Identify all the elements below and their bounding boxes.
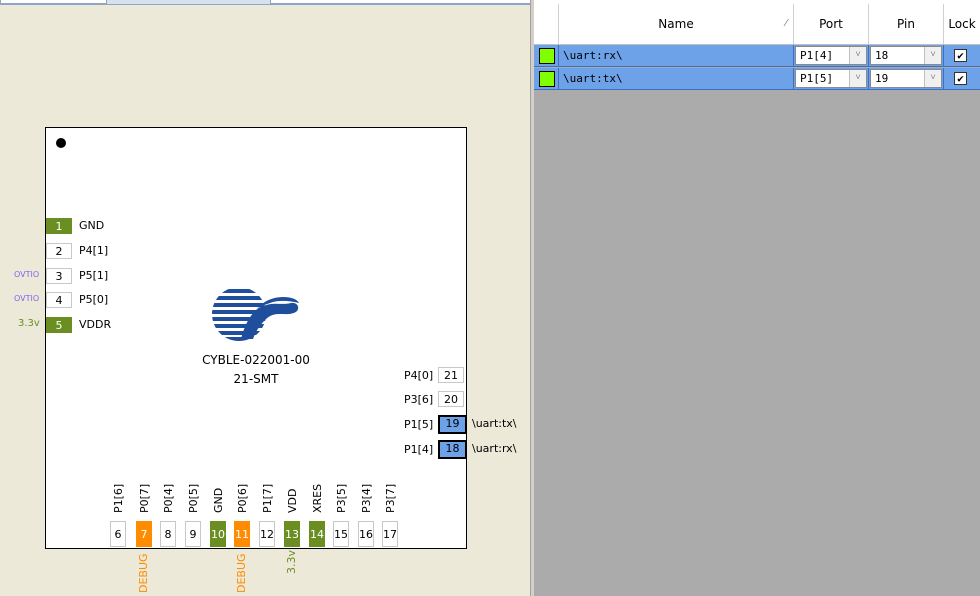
pin-10[interactable]: 10	[210, 521, 226, 547]
row-port-cell: P1[5] ˅	[794, 68, 869, 89]
pin-3[interactable]: 3	[46, 268, 72, 284]
pin-2-label: P4[1]	[79, 244, 109, 257]
grid-header: Name ⁄ Port Pin Lock	[534, 4, 980, 45]
chevron-down-icon[interactable]: ˅	[849, 47, 866, 64]
row-name[interactable]: \uart:tx\	[559, 68, 794, 89]
pin-13-voltage-note: 3.3v	[285, 549, 298, 574]
pin-12-label: P1[7]	[261, 483, 274, 513]
pin-3-label: P5[1]	[79, 269, 109, 282]
cypress-logo-icon	[212, 287, 299, 341]
pin-19-label: P1[5]	[404, 418, 434, 431]
pin-select-value: 19	[875, 72, 889, 85]
pin-11[interactable]: 11	[234, 521, 250, 547]
tab-strip	[0, 0, 532, 5]
signal-color-swatch	[539, 71, 555, 87]
header-lock[interactable]: Lock	[944, 4, 980, 44]
pin-18-label: P1[4]	[404, 443, 434, 456]
pin-select[interactable]: 19 ˅	[870, 69, 942, 88]
port-select[interactable]: P1[4] ˅	[795, 46, 867, 65]
pin-5-voltage-note: 3.3v	[18, 318, 40, 329]
chevron-down-icon[interactable]: ˅	[924, 47, 941, 64]
tab-left[interactable]	[0, 0, 107, 4]
port-select-value: P1[4]	[800, 49, 834, 62]
pin-6[interactable]: 6	[110, 521, 126, 547]
row-port-cell: P1[4] ˅	[794, 45, 869, 66]
header-pin[interactable]: Pin	[869, 4, 944, 44]
pin-select[interactable]: 18 ˅	[870, 46, 942, 65]
chip-package-type: 21-SMT	[233, 372, 279, 386]
pin-select-value: 18	[875, 49, 889, 62]
pin-11-debug-note: DEBUG	[235, 553, 248, 593]
pin-7-label: P0[7]	[138, 483, 151, 513]
lock-checkbox[interactable]: ✔	[954, 72, 967, 85]
pin-17-label: P3[7]	[384, 483, 397, 513]
pin1-marker	[56, 138, 66, 148]
row-lock-cell: ✔	[944, 68, 980, 89]
pin-15[interactable]: 15	[333, 521, 349, 547]
pin-7[interactable]: 7	[136, 521, 152, 547]
pin-16-label: P3[4]	[360, 483, 373, 513]
header-swatch-column	[534, 4, 559, 44]
pin-11-label: P0[6]	[236, 483, 249, 513]
row-lock-cell: ✔	[944, 45, 980, 66]
pin-13-label: VDD	[286, 488, 299, 513]
chevron-down-icon[interactable]: ˅	[849, 70, 866, 87]
row-color-cell	[534, 68, 559, 89]
row-pin-cell: 18 ˅	[869, 45, 944, 66]
row-name[interactable]: \uart:rx\	[559, 45, 794, 66]
pin-19[interactable]: 19	[438, 415, 467, 434]
pin-16[interactable]: 16	[358, 521, 374, 547]
header-port[interactable]: Port	[794, 4, 869, 44]
pin-21-label: P4[0]	[404, 369, 434, 382]
pin-18-signal: \uart:rx\	[472, 442, 517, 455]
pin-4-ovtio-note: OVTIO	[14, 294, 40, 303]
pin-4-label: P5[0]	[79, 293, 109, 306]
chevron-down-icon[interactable]: ˅	[924, 70, 941, 87]
row-pin-cell: 19 ˅	[869, 68, 944, 89]
pin-3-ovtio-note: OVTIO	[14, 270, 40, 279]
pin-9-label: P0[5]	[187, 483, 200, 513]
chip-view-panel: CYBLE-022001-00 21-SMT 1 GND 2 P4[1] 3 P…	[0, 0, 532, 596]
pin-20-label: P3[6]	[404, 393, 434, 406]
pin-assignment-grid: Name ⁄ Port Pin Lock \uart:rx\ P1[4] ˅ 1…	[534, 4, 980, 596]
port-select[interactable]: P1[5] ˅	[795, 69, 867, 88]
header-name-label: Name	[658, 17, 694, 31]
pin-1[interactable]: 1	[46, 218, 72, 234]
header-name[interactable]: Name ⁄	[559, 4, 794, 44]
pin-4[interactable]: 4	[46, 292, 72, 308]
pin-12[interactable]: 12	[259, 521, 275, 547]
pin-8[interactable]: 8	[160, 521, 176, 547]
pin-19-signal: \uart:tx\	[472, 417, 517, 430]
pin-18[interactable]: 18	[438, 440, 467, 459]
pin-14[interactable]: 14	[309, 521, 325, 547]
chip-package-outline: CYBLE-022001-00 21-SMT 1 GND 2 P4[1] 3 P…	[45, 127, 467, 549]
sort-icon: ⁄	[785, 18, 787, 29]
pin-9[interactable]: 9	[185, 521, 201, 547]
pin-20[interactable]: 20	[438, 391, 464, 407]
pin-13[interactable]: 13	[284, 521, 300, 547]
pin-2[interactable]: 2	[46, 243, 72, 259]
pin-8-label: P0[4]	[162, 483, 175, 513]
port-select-value: P1[5]	[800, 72, 834, 85]
signal-color-swatch	[539, 48, 555, 64]
chip-part-number: CYBLE-022001-00	[202, 353, 310, 367]
lock-checkbox[interactable]: ✔	[954, 49, 967, 62]
grid-row[interactable]: \uart:tx\ P1[5] ˅ 19 ˅ ✔	[534, 68, 980, 90]
pin-15-label: P3[5]	[335, 483, 348, 513]
pin-14-label: XRES	[311, 483, 324, 513]
pin-10-label: GND	[212, 487, 225, 513]
grid-row[interactable]: \uart:rx\ P1[4] ˅ 18 ˅ ✔	[534, 45, 980, 67]
row-color-cell	[534, 45, 559, 66]
pin-17[interactable]: 17	[382, 521, 398, 547]
pin-6-label: P1[6]	[112, 483, 125, 513]
pin-5-label: VDDR	[79, 318, 112, 331]
pin-7-debug-note: DEBUG	[137, 553, 150, 593]
pin-21[interactable]: 21	[438, 367, 464, 383]
pin-5[interactable]: 5	[46, 317, 72, 333]
pin-1-label: GND	[79, 219, 105, 232]
tab-right[interactable]	[270, 0, 532, 4]
